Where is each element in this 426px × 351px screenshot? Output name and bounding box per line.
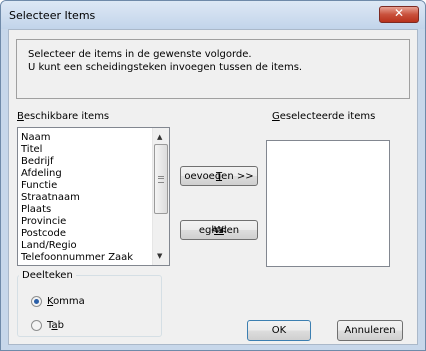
available-list-item[interactable]: Land/Regio xyxy=(21,240,77,251)
instructions-panel: Selecteer de items in de gewenste volgor… xyxy=(16,39,410,99)
selected-items-label: Geselecteerde items xyxy=(272,111,376,122)
ok-button-label: OK xyxy=(271,325,287,336)
cancel-button-label: Annuleren xyxy=(344,325,396,336)
available-list-item[interactable]: Provincie xyxy=(21,216,66,227)
comma-radio[interactable] xyxy=(31,296,42,307)
radio-selected-dot xyxy=(34,299,39,304)
available-list-item[interactable]: Straatnaam xyxy=(21,192,80,203)
available-list-item[interactable]: Naam xyxy=(21,132,50,143)
instruction-line-2: U kunt een scheidingsteken invoegen tuss… xyxy=(28,62,303,73)
dialog-client-area: Selecteer de items in de gewenste volgor… xyxy=(8,29,418,345)
selected-items-list[interactable] xyxy=(266,140,390,267)
available-items-list[interactable]: Naam Titel Bedrijf Afdeling Functie Straatnaa… xyxy=(17,127,170,266)
available-list-item[interactable]: Functie xyxy=(21,180,57,191)
title-bar[interactable]: Selecteer Items ✕ xyxy=(1,1,425,29)
dialog-title: Selecteer Items xyxy=(9,9,96,22)
available-items-label: Beschikbare items xyxy=(17,111,110,122)
available-list-item[interactable]: Plaats xyxy=(21,204,51,215)
ok-button[interactable]: OK xyxy=(247,320,311,341)
add-button[interactable]: Toevoegen >> xyxy=(180,166,258,186)
tab-radio[interactable] xyxy=(31,320,42,331)
scroll-up-arrow-icon[interactable]: ▲ xyxy=(157,133,162,141)
scroll-thumb[interactable] xyxy=(154,144,168,214)
close-icon: ✕ xyxy=(393,6,405,20)
tab-radio-label[interactable]: Tab xyxy=(47,320,64,331)
available-list-item[interactable]: Bedrijf xyxy=(21,156,54,167)
available-list-item[interactable]: Postcode xyxy=(21,228,66,239)
close-button[interactable]: ✕ xyxy=(379,6,419,23)
available-list-item[interactable]: Telefoonnummer Zaak xyxy=(21,252,133,263)
comma-radio-label[interactable]: Komma xyxy=(47,296,85,307)
remove-button[interactable]: << Weghalen xyxy=(180,220,258,240)
scroll-grip xyxy=(158,176,164,183)
available-items-scrollbar[interactable]: ▲ ▼ xyxy=(152,128,169,265)
instruction-line-1: Selecteer de items in de gewenste volgor… xyxy=(28,49,252,60)
cancel-button[interactable]: Annuleren xyxy=(337,320,403,341)
available-list-item[interactable]: Afdeling xyxy=(21,168,62,179)
dialog-window: Selecteer Items ✕ Selecteer de items in … xyxy=(0,0,426,351)
available-list-item[interactable]: Titel xyxy=(21,144,42,155)
scroll-down-arrow-icon[interactable]: ▼ xyxy=(157,252,162,260)
separator-group-title: Deelteken xyxy=(19,270,76,281)
